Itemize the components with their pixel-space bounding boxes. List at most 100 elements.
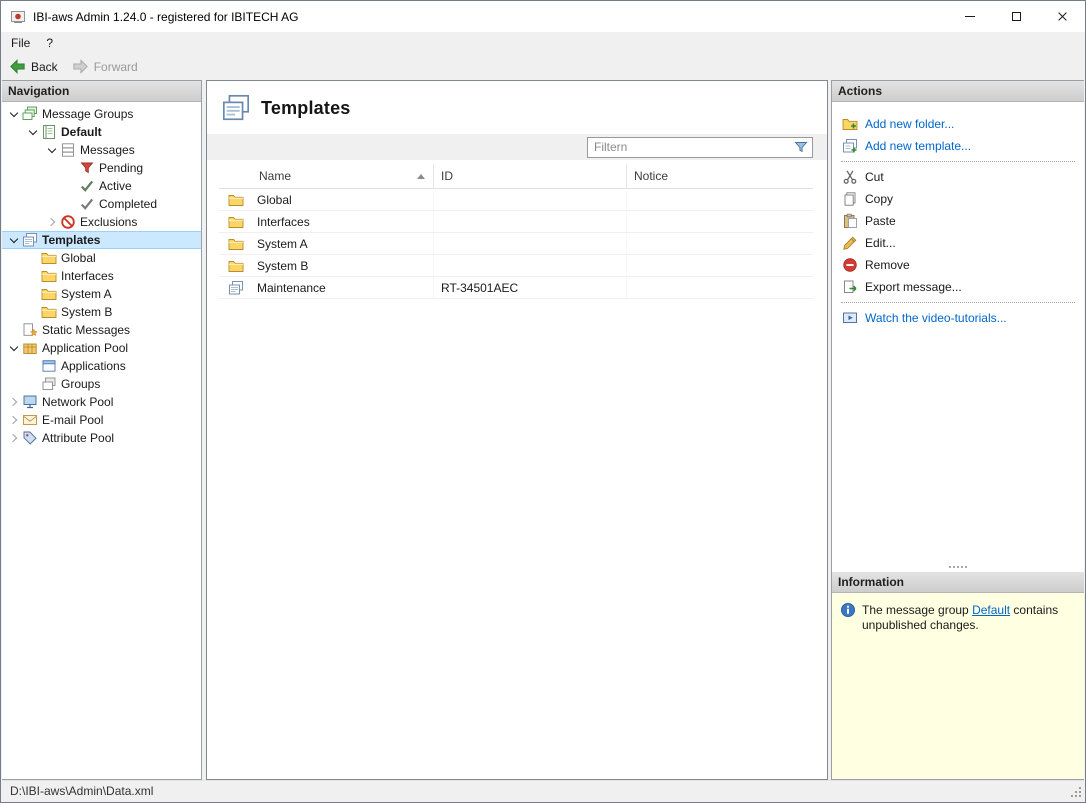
action-cut[interactable]: Cut — [832, 166, 1084, 188]
cell-notice — [627, 255, 813, 276]
menu-file[interactable]: File — [3, 33, 38, 53]
row-icon-cell — [219, 233, 253, 254]
tree-expander-icon[interactable] — [6, 339, 22, 357]
table-row-system-b[interactable]: System B — [219, 255, 813, 277]
back-button[interactable]: Back — [4, 55, 65, 78]
exclusions-icon — [60, 214, 76, 230]
cell-name: Global — [253, 189, 434, 210]
filter-funnel-icon[interactable] — [793, 139, 809, 155]
tree-expander-icon[interactable] — [6, 411, 22, 429]
resize-grip-icon[interactable] — [1069, 785, 1081, 797]
row-icon-cell — [219, 211, 253, 232]
tree-expander-icon[interactable] — [44, 141, 60, 159]
table-row-interfaces[interactable]: Interfaces — [219, 211, 813, 233]
tree-item-system-a[interactable]: System A — [2, 285, 201, 303]
column-label-id: ID — [441, 169, 453, 183]
tree-item-attribute-pool[interactable]: Attribute Pool — [2, 429, 201, 447]
table-header-row: Name ID Notice — [219, 164, 813, 189]
action-label: Add new folder... — [865, 117, 954, 131]
column-header-id[interactable]: ID — [434, 164, 627, 188]
close-button[interactable] — [1039, 1, 1085, 32]
templates-panel: Templates Name ID N — [206, 80, 828, 780]
menu-help[interactable]: ? — [38, 33, 61, 53]
pending-icon — [79, 160, 95, 176]
column-header-notice[interactable]: Notice — [627, 164, 813, 188]
tree-expander-icon[interactable] — [6, 105, 22, 123]
tree-item-applications[interactable]: Applications — [2, 357, 201, 375]
tree-item-label: Groups — [61, 377, 106, 391]
page-title: Templates — [261, 98, 351, 119]
action-remove[interactable]: Remove — [832, 254, 1084, 276]
maximize-button[interactable] — [993, 1, 1039, 32]
action-add-new-folder[interactable]: Add new folder... — [832, 113, 1084, 135]
tree-item-message-groups[interactable]: Message Groups — [2, 105, 201, 123]
tree-item-default[interactable]: Default — [2, 123, 201, 141]
center-wrap: Templates Name ID N — [206, 80, 828, 780]
tree-expander-icon[interactable] — [44, 213, 60, 231]
panel-splitter-grip[interactable] — [832, 562, 1084, 572]
row-icon-cell — [219, 255, 253, 276]
network-pool-icon — [22, 394, 38, 410]
tree-item-label: Message Groups — [42, 107, 139, 121]
table-row-system-a[interactable]: System A — [219, 233, 813, 255]
cut-icon — [842, 169, 858, 185]
row-icon-cell — [219, 189, 253, 210]
action-add-new-template[interactable]: Add new template... — [832, 135, 1084, 157]
forward-arrow-icon — [71, 57, 90, 76]
action-edit[interactable]: Edit... — [832, 232, 1084, 254]
applications-icon — [41, 358, 57, 374]
folder-icon — [41, 286, 57, 302]
action-watch-the-video-tutorials[interactable]: Watch the video-tutorials... — [832, 307, 1084, 329]
maximize-icon — [1012, 12, 1021, 21]
tree-item-label: System A — [61, 287, 118, 301]
folder-icon — [41, 304, 57, 320]
forward-button[interactable]: Forward — [67, 55, 145, 78]
tree-item-static-messages[interactable]: Static Messages — [2, 321, 201, 339]
action-copy[interactable]: Copy — [832, 188, 1084, 210]
tree-item-active[interactable]: Active — [2, 177, 201, 195]
table-row-maintenance[interactable]: MaintenanceRT-34501AEC — [219, 277, 813, 299]
action-label: Watch the video-tutorials... — [865, 311, 1007, 325]
actions-separator — [841, 161, 1075, 162]
action-label: Add new template... — [865, 139, 971, 153]
menubar: File ? — [1, 32, 1085, 53]
tree-item-templates[interactable]: Templates — [2, 231, 201, 249]
tree-item-interfaces[interactable]: Interfaces — [2, 267, 201, 285]
email-pool-icon — [22, 412, 38, 428]
table-row-global[interactable]: Global — [219, 189, 813, 211]
tree-expander-icon[interactable] — [6, 429, 22, 447]
tree-item-messages[interactable]: Messages — [2, 141, 201, 159]
app-pool-icon — [22, 340, 38, 356]
action-export-message[interactable]: Export message... — [832, 276, 1084, 298]
tree-item-pending[interactable]: Pending — [2, 159, 201, 177]
export-icon — [842, 279, 858, 295]
folder-icon — [228, 258, 244, 274]
action-paste[interactable]: Paste — [832, 210, 1084, 232]
tree-item-exclusions[interactable]: Exclusions — [2, 213, 201, 231]
column-header-name[interactable]: Name — [219, 164, 434, 188]
default-group-link[interactable]: Default — [972, 603, 1010, 617]
information-header: Information — [832, 572, 1084, 593]
tree-item-network-pool[interactable]: Network Pool — [2, 393, 201, 411]
active-icon — [79, 178, 95, 194]
expander-spacer — [25, 303, 41, 321]
tree-expander-icon[interactable] — [25, 123, 41, 141]
filter-input[interactable] — [590, 140, 793, 154]
tree-item-system-b[interactable]: System B — [2, 303, 201, 321]
tree-item-application-pool[interactable]: Application Pool — [2, 339, 201, 357]
tree-item-groups[interactable]: Groups — [2, 375, 201, 393]
expander-spacer — [63, 177, 79, 195]
tree-expander-icon[interactable] — [6, 393, 22, 411]
action-label: Remove — [865, 258, 910, 272]
cell-notice — [627, 233, 813, 254]
tree-item-completed[interactable]: Completed — [2, 195, 201, 213]
minimize-button[interactable] — [947, 1, 993, 32]
tree-item-global[interactable]: Global — [2, 249, 201, 267]
back-button-label: Back — [31, 60, 58, 74]
tree-expander-icon[interactable] — [6, 231, 22, 249]
action-label: Export message... — [865, 280, 962, 294]
tree-item-e-mail-pool[interactable]: E-mail Pool — [2, 411, 201, 429]
minimize-icon — [965, 16, 975, 17]
template-icon — [228, 280, 244, 296]
action-label: Paste — [865, 214, 896, 228]
